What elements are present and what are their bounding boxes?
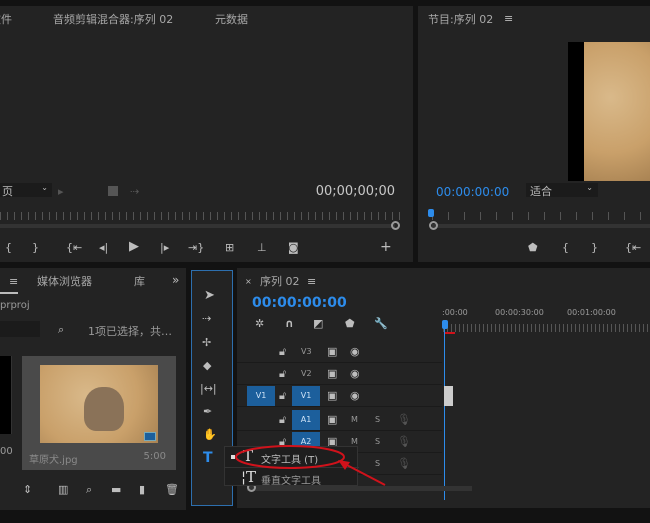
annotation-overlay [235,445,386,486]
annotation-arrow [342,462,386,486]
annotation-ellipse [235,445,345,469]
